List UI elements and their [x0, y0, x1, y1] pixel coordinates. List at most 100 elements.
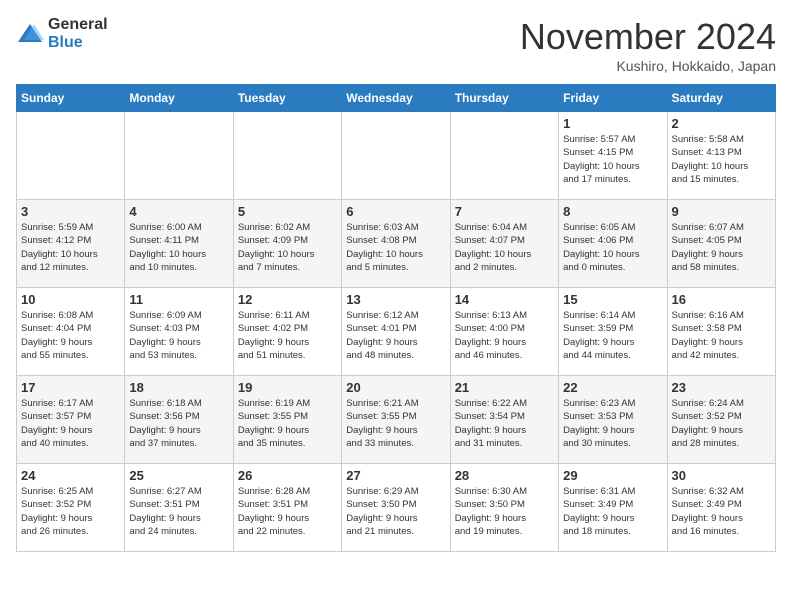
- day-number: 14: [455, 292, 554, 307]
- logo-general-text: General: [48, 16, 108, 34]
- calendar-cell: 29Sunrise: 6:31 AM Sunset: 3:49 PM Dayli…: [559, 464, 667, 552]
- calendar-cell: 26 Sunrise: 6:28 AM Sunset: 3:51 PM Dayli…: [233, 464, 341, 552]
- calendar-cell: 15Sunrise: 6:14 AM Sunset: 3:59 PM Dayli…: [559, 288, 667, 376]
- day-info: Sunrise: 6:23 AM Sunset: 3:53 PM Dayligh…: [563, 397, 662, 450]
- day-number: 24: [21, 468, 120, 483]
- title-block: November 2024 Kushiro, Hokkaido, Japan: [520, 16, 776, 74]
- weekday-header: Friday: [559, 85, 667, 112]
- day-info: Sunrise: 6:00 AM Sunset: 4:11 PM Dayligh…: [129, 221, 228, 274]
- calendar-cell: 10 Sunrise: 6:08 AM Sunset: 4:04 PM Dayli…: [17, 288, 125, 376]
- calendar-table: SundayMondayTuesdayWednesdayThursdayFrid…: [16, 84, 776, 552]
- calendar-week-row: 1 Sunrise: 5:57 AM Sunset: 4:15 PM Daylig…: [17, 112, 776, 200]
- calendar-cell: 8 Sunrise: 6:05 AM Sunset: 4:06 PM Daylig…: [559, 200, 667, 288]
- day-info: Sunrise: 5:57 AM Sunset: 4:15 PM Dayligh…: [563, 133, 662, 186]
- day-info: Sunrise: 6:32 AM Sunset: 3:49 PM Dayligh…: [672, 485, 771, 538]
- calendar-cell: 25 Sunrise: 6:27 AM Sunset: 3:51 PM Dayli…: [125, 464, 233, 552]
- calendar-cell: 12 Sunrise: 6:11 AM Sunset: 4:02 PM Dayli…: [233, 288, 341, 376]
- location-subtitle: Kushiro, Hokkaido, Japan: [520, 58, 776, 74]
- calendar-cell: 30 Sunrise: 6:32 AM Sunset: 3:49 PM Dayli…: [667, 464, 775, 552]
- weekday-header: Monday: [125, 85, 233, 112]
- day-info: Sunrise: 6:04 AM Sunset: 4:07 PM Dayligh…: [455, 221, 554, 274]
- calendar-week-row: 24 Sunrise: 6:25 AM Sunset: 3:52 PM Dayli…: [17, 464, 776, 552]
- day-info: Sunrise: 6:09 AM Sunset: 4:03 PM Dayligh…: [129, 309, 228, 362]
- day-number: 5: [238, 204, 337, 219]
- weekday-header: Saturday: [667, 85, 775, 112]
- calendar-header-row: SundayMondayTuesdayWednesdayThursdayFrid…: [17, 85, 776, 112]
- day-number: 8: [563, 204, 662, 219]
- weekday-header: Thursday: [450, 85, 558, 112]
- weekday-header: Wednesday: [342, 85, 450, 112]
- day-number: 16: [672, 292, 771, 307]
- logo: General Blue: [16, 16, 108, 51]
- day-info: Sunrise: 6:03 AM Sunset: 4:08 PM Dayligh…: [346, 221, 445, 274]
- day-number: 10: [21, 292, 120, 307]
- calendar-week-row: 17 Sunrise: 6:17 AM Sunset: 3:57 PM Dayli…: [17, 376, 776, 464]
- day-number: 26: [238, 468, 337, 483]
- day-info: Sunrise: 6:07 AM Sunset: 4:05 PM Dayligh…: [672, 221, 771, 274]
- day-number: 30: [672, 468, 771, 483]
- day-info: Sunrise: 6:18 AM Sunset: 3:56 PM Dayligh…: [129, 397, 228, 450]
- calendar-cell: 28 Sunrise: 6:30 AM Sunset: 3:50 PM Dayli…: [450, 464, 558, 552]
- day-number: 1: [563, 116, 662, 131]
- calendar-cell: [233, 112, 341, 200]
- calendar-cell: 7 Sunrise: 6:04 AM Sunset: 4:07 PM Daylig…: [450, 200, 558, 288]
- day-number: 28: [455, 468, 554, 483]
- weekday-header: Tuesday: [233, 85, 341, 112]
- day-info: Sunrise: 6:24 AM Sunset: 3:52 PM Dayligh…: [672, 397, 771, 450]
- calendar-cell: 6 Sunrise: 6:03 AM Sunset: 4:08 PM Daylig…: [342, 200, 450, 288]
- calendar-cell: [125, 112, 233, 200]
- day-info: Sunrise: 6:19 AM Sunset: 3:55 PM Dayligh…: [238, 397, 337, 450]
- day-number: 21: [455, 380, 554, 395]
- day-info: Sunrise: 6:30 AM Sunset: 3:50 PM Dayligh…: [455, 485, 554, 538]
- calendar-cell: 5Sunrise: 6:02 AM Sunset: 4:09 PM Daylig…: [233, 200, 341, 288]
- day-info: Sunrise: 6:29 AM Sunset: 3:50 PM Dayligh…: [346, 485, 445, 538]
- calendar-cell: 17 Sunrise: 6:17 AM Sunset: 3:57 PM Dayli…: [17, 376, 125, 464]
- day-number: 20: [346, 380, 445, 395]
- day-info: Sunrise: 6:17 AM Sunset: 3:57 PM Dayligh…: [21, 397, 120, 450]
- day-number: 23: [672, 380, 771, 395]
- calendar-cell: 19Sunrise: 6:19 AM Sunset: 3:55 PM Dayli…: [233, 376, 341, 464]
- day-number: 6: [346, 204, 445, 219]
- day-info: Sunrise: 6:11 AM Sunset: 4:02 PM Dayligh…: [238, 309, 337, 362]
- day-number: 7: [455, 204, 554, 219]
- day-number: 18: [129, 380, 228, 395]
- day-info: Sunrise: 6:27 AM Sunset: 3:51 PM Dayligh…: [129, 485, 228, 538]
- calendar-cell: 27 Sunrise: 6:29 AM Sunset: 3:50 PM Dayli…: [342, 464, 450, 552]
- calendar-cell: 3 Sunrise: 5:59 AM Sunset: 4:12 PM Daylig…: [17, 200, 125, 288]
- calendar-cell: 11Sunrise: 6:09 AM Sunset: 4:03 PM Dayli…: [125, 288, 233, 376]
- weekday-header: Sunday: [17, 85, 125, 112]
- calendar-week-row: 3 Sunrise: 5:59 AM Sunset: 4:12 PM Daylig…: [17, 200, 776, 288]
- calendar-cell: 20 Sunrise: 6:21 AM Sunset: 3:55 PM Dayli…: [342, 376, 450, 464]
- day-number: 2: [672, 116, 771, 131]
- calendar-cell: [342, 112, 450, 200]
- day-info: Sunrise: 6:16 AM Sunset: 3:58 PM Dayligh…: [672, 309, 771, 362]
- calendar-cell: 13 Sunrise: 6:12 AM Sunset: 4:01 PM Dayli…: [342, 288, 450, 376]
- calendar-cell: 2 Sunrise: 5:58 AM Sunset: 4:13 PM Daylig…: [667, 112, 775, 200]
- calendar-cell: 18 Sunrise: 6:18 AM Sunset: 3:56 PM Dayli…: [125, 376, 233, 464]
- day-number: 3: [21, 204, 120, 219]
- day-number: 25: [129, 468, 228, 483]
- day-info: Sunrise: 6:25 AM Sunset: 3:52 PM Dayligh…: [21, 485, 120, 538]
- day-info: Sunrise: 5:59 AM Sunset: 4:12 PM Dayligh…: [21, 221, 120, 274]
- day-info: Sunrise: 6:05 AM Sunset: 4:06 PM Dayligh…: [563, 221, 662, 274]
- day-number: 13: [346, 292, 445, 307]
- day-info: Sunrise: 6:21 AM Sunset: 3:55 PM Dayligh…: [346, 397, 445, 450]
- calendar-cell: [450, 112, 558, 200]
- day-number: 17: [21, 380, 120, 395]
- page-header: General Blue November 2024 Kushiro, Hokk…: [16, 16, 776, 74]
- logo-blue-text: Blue: [48, 34, 108, 52]
- day-info: Sunrise: 5:58 AM Sunset: 4:13 PM Dayligh…: [672, 133, 771, 186]
- day-info: Sunrise: 6:12 AM Sunset: 4:01 PM Dayligh…: [346, 309, 445, 362]
- calendar-cell: 24 Sunrise: 6:25 AM Sunset: 3:52 PM Dayli…: [17, 464, 125, 552]
- calendar-cell: 4Sunrise: 6:00 AM Sunset: 4:11 PM Daylig…: [125, 200, 233, 288]
- calendar-cell: 9Sunrise: 6:07 AM Sunset: 4:05 PM Daylig…: [667, 200, 775, 288]
- day-number: 27: [346, 468, 445, 483]
- calendar-cell: 22 Sunrise: 6:23 AM Sunset: 3:53 PM Dayli…: [559, 376, 667, 464]
- day-number: 22: [563, 380, 662, 395]
- day-number: 12: [238, 292, 337, 307]
- calendar-week-row: 10 Sunrise: 6:08 AM Sunset: 4:04 PM Dayli…: [17, 288, 776, 376]
- day-info: Sunrise: 6:28 AM Sunset: 3:51 PM Dayligh…: [238, 485, 337, 538]
- day-info: Sunrise: 6:08 AM Sunset: 4:04 PM Dayligh…: [21, 309, 120, 362]
- calendar-cell: 14Sunrise: 6:13 AM Sunset: 4:00 PM Dayli…: [450, 288, 558, 376]
- day-info: Sunrise: 6:14 AM Sunset: 3:59 PM Dayligh…: [563, 309, 662, 362]
